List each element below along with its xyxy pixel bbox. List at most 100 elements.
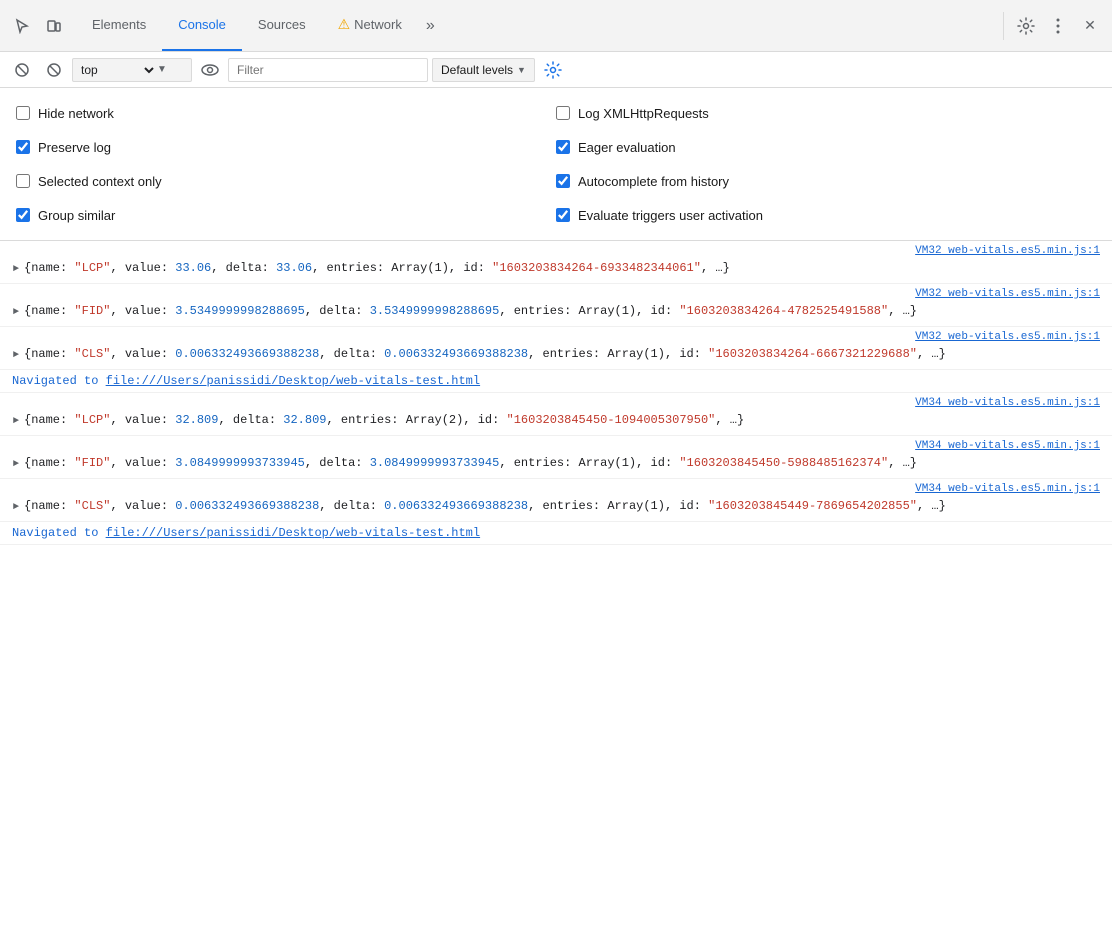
context-selector[interactable]: top ▼ [72, 58, 192, 82]
entry-source[interactable]: VM32 web-vitals.es5.min.js:1 [0, 245, 1112, 257]
key-value: {name: [24, 347, 74, 361]
tab-console[interactable]: Console [162, 0, 242, 51]
console-output: VM32 web-vitals.es5.min.js:1►{name: "LCP… [0, 241, 1112, 545]
navigate-text: Navigated to [12, 526, 106, 540]
entry-text: {name: "FID", value: 3.5349999998288695,… [24, 302, 1100, 320]
number-value: 0.006332493669388238 [384, 499, 528, 513]
key-value: , delta: [319, 347, 384, 361]
number-value: 32.809 [283, 413, 326, 427]
key-value: , delta: [305, 304, 370, 318]
selected-context-checkbox[interactable] [16, 174, 30, 188]
entry-text: {name: "FID", value: 3.0849999993733945,… [24, 454, 1100, 472]
entry-source[interactable]: VM32 web-vitals.es5.min.js:1 [0, 288, 1112, 300]
number-value: 33.06 [175, 261, 211, 275]
autocomplete-history-label[interactable]: Autocomplete from history [578, 174, 729, 189]
key-value: , …} [888, 456, 917, 470]
group-similar-label[interactable]: Group similar [38, 208, 115, 223]
checkbox-log-xml: Log XMLHttpRequests [556, 96, 1096, 130]
close-icon[interactable]: ✕ [1076, 12, 1104, 40]
log-xml-label[interactable]: Log XMLHttpRequests [578, 106, 709, 121]
key-value: , delta: [305, 456, 370, 470]
key-value: {name: [24, 261, 74, 275]
hide-network-label[interactable]: Hide network [38, 106, 114, 121]
entry-source[interactable]: VM32 web-vitals.es5.min.js:1 [0, 331, 1112, 343]
block-icon[interactable] [40, 56, 68, 84]
eager-eval-checkbox[interactable] [556, 140, 570, 154]
eye-icon[interactable] [196, 56, 224, 84]
string-value: "1603203845450-5988485162374" [679, 456, 888, 470]
key-value: {name: [24, 499, 74, 513]
entry-source[interactable]: VM34 web-vitals.es5.min.js:1 [0, 397, 1112, 409]
more-options-icon[interactable] [1044, 12, 1072, 40]
preserve-log-checkbox[interactable] [16, 140, 30, 154]
checkbox-eval-triggers: Evaluate triggers user activation [556, 198, 1096, 232]
entry-body: ►{name: "FID", value: 3.0849999993733945… [0, 452, 1112, 474]
log-xml-checkbox[interactable] [556, 106, 570, 120]
expand-arrow-icon[interactable]: ► [8, 347, 24, 363]
number-value: 33.06 [276, 261, 312, 275]
chevron-down-icon: ▼ [517, 65, 526, 75]
divider [1003, 12, 1004, 40]
string-value: "LCP" [74, 261, 110, 275]
key-value: , …} [917, 499, 946, 513]
group-similar-checkbox[interactable] [16, 208, 30, 222]
tab-sources[interactable]: Sources [242, 0, 322, 51]
entry-source[interactable]: VM34 web-vitals.es5.min.js:1 [0, 483, 1112, 495]
device-toolbar-icon[interactable] [40, 12, 68, 40]
key-value: , …} [715, 413, 744, 427]
expand-arrow-icon[interactable]: ► [8, 456, 24, 472]
preserve-log-label[interactable]: Preserve log [38, 140, 111, 155]
autocomplete-history-checkbox[interactable] [556, 174, 570, 188]
string-value: "1603203845449-7869654202855" [708, 499, 917, 513]
entry-text: {name: "LCP", value: 33.06, delta: 33.06… [24, 259, 1100, 277]
cursor-icon[interactable] [8, 12, 36, 40]
warning-icon: ⚠ [338, 16, 351, 33]
console-settings-icon[interactable] [539, 56, 567, 84]
eval-triggers-checkbox[interactable] [556, 208, 570, 222]
filter-input[interactable] [228, 58, 428, 82]
second-toolbar: top ▼ Default levels ▼ [0, 52, 1112, 88]
settings-icon[interactable] [1012, 12, 1040, 40]
string-value: "LCP" [74, 413, 110, 427]
clear-console-icon[interactable] [8, 56, 36, 84]
checkbox-selected-context: Selected context only [16, 164, 556, 198]
number-value: 3.0849999993733945 [175, 456, 305, 470]
navigate-text: Navigated to [12, 374, 106, 388]
entry-source[interactable]: VM34 web-vitals.es5.min.js:1 [0, 440, 1112, 452]
key-value: , entries: Array(1), id: [312, 261, 492, 275]
eval-triggers-label[interactable]: Evaluate triggers user activation [578, 208, 763, 223]
string-value: "1603203834264-4782525491588" [679, 304, 888, 318]
context-select-input[interactable]: top [77, 62, 157, 78]
navigate-link[interactable]: file:///Users/panissidi/Desktop/web-vita… [106, 526, 480, 540]
navigate-entry: Navigated to file:///Users/panissidi/Des… [0, 370, 1112, 393]
console-entry: VM34 web-vitals.es5.min.js:1►{name: "CLS… [0, 479, 1112, 522]
toolbar-right: ✕ [999, 12, 1104, 40]
hide-network-checkbox[interactable] [16, 106, 30, 120]
string-value: "1603203834264-6933482344061" [492, 261, 701, 275]
entry-body: ►{name: "LCP", value: 32.809, delta: 32.… [0, 409, 1112, 431]
key-value: , entries: Array(1), id: [528, 347, 708, 361]
tabs-overflow-btn[interactable]: » [418, 0, 443, 51]
expand-arrow-icon[interactable]: ► [8, 304, 24, 320]
checkbox-eager-eval: Eager evaluation [556, 130, 1096, 164]
key-value: {name: [24, 413, 74, 427]
key-value: , …} [917, 347, 946, 361]
tab-network[interactable]: ⚠ Network [322, 0, 418, 51]
expand-arrow-icon[interactable]: ► [8, 499, 24, 515]
key-value: {name: [24, 456, 74, 470]
tab-elements[interactable]: Elements [76, 0, 162, 51]
number-value: 32.809 [175, 413, 218, 427]
eager-eval-label[interactable]: Eager evaluation [578, 140, 676, 155]
string-value: "1603203834264-6667321229688" [708, 347, 917, 361]
key-value: , value: [110, 499, 175, 513]
console-entry: VM34 web-vitals.es5.min.js:1►{name: "FID… [0, 436, 1112, 479]
navigate-link[interactable]: file:///Users/panissidi/Desktop/web-vita… [106, 374, 480, 388]
expand-arrow-icon[interactable]: ► [8, 261, 24, 277]
checkbox-preserve-log: Preserve log [16, 130, 556, 164]
key-value: , delta: [218, 413, 283, 427]
entry-text: {name: "CLS", value: 0.00633249366938823… [24, 345, 1100, 363]
top-toolbar: Elements Console Sources ⚠ Network » [0, 0, 1112, 52]
selected-context-label[interactable]: Selected context only [38, 174, 162, 189]
expand-arrow-icon[interactable]: ► [8, 413, 24, 429]
levels-dropdown[interactable]: Default levels ▼ [432, 58, 535, 82]
